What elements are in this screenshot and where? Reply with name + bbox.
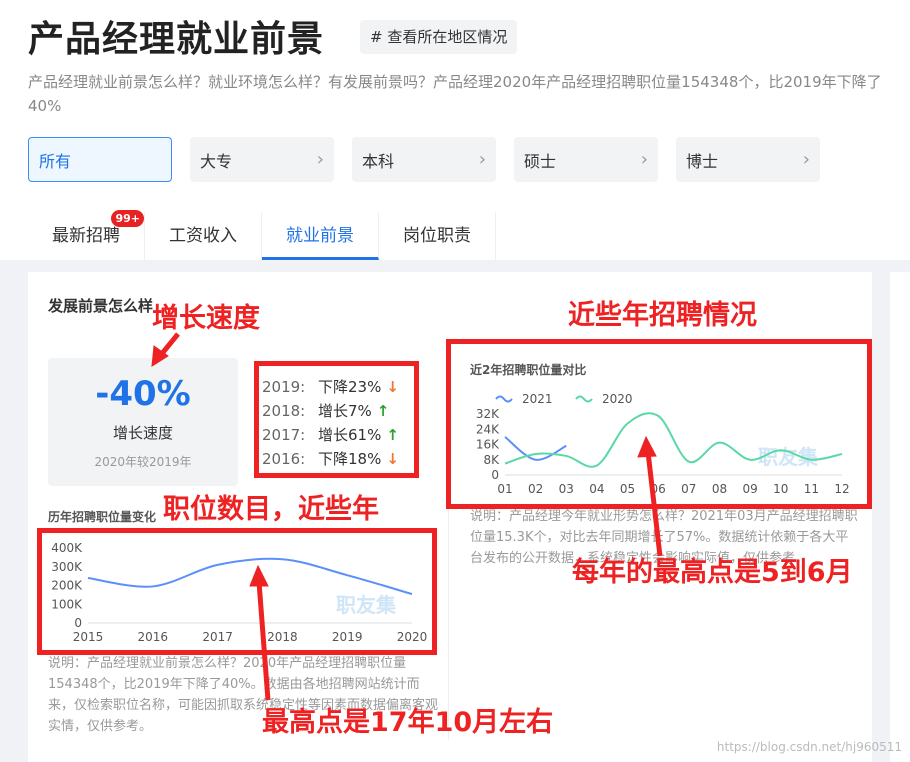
annotation-growth: 增长速度	[152, 303, 260, 334]
source-url: https://blog.csdn.net/hj960511	[716, 740, 902, 754]
annotation-recent: 近些年招聘情况	[568, 300, 757, 331]
annotation-peak-year: 最高点是17年10月左右	[262, 707, 554, 738]
annotation-arrows	[151, 332, 663, 701]
annotation-peak-month: 每年的最高点是5到6月	[572, 557, 853, 588]
annotation-positions: 职位数目，近些年	[163, 494, 379, 525]
